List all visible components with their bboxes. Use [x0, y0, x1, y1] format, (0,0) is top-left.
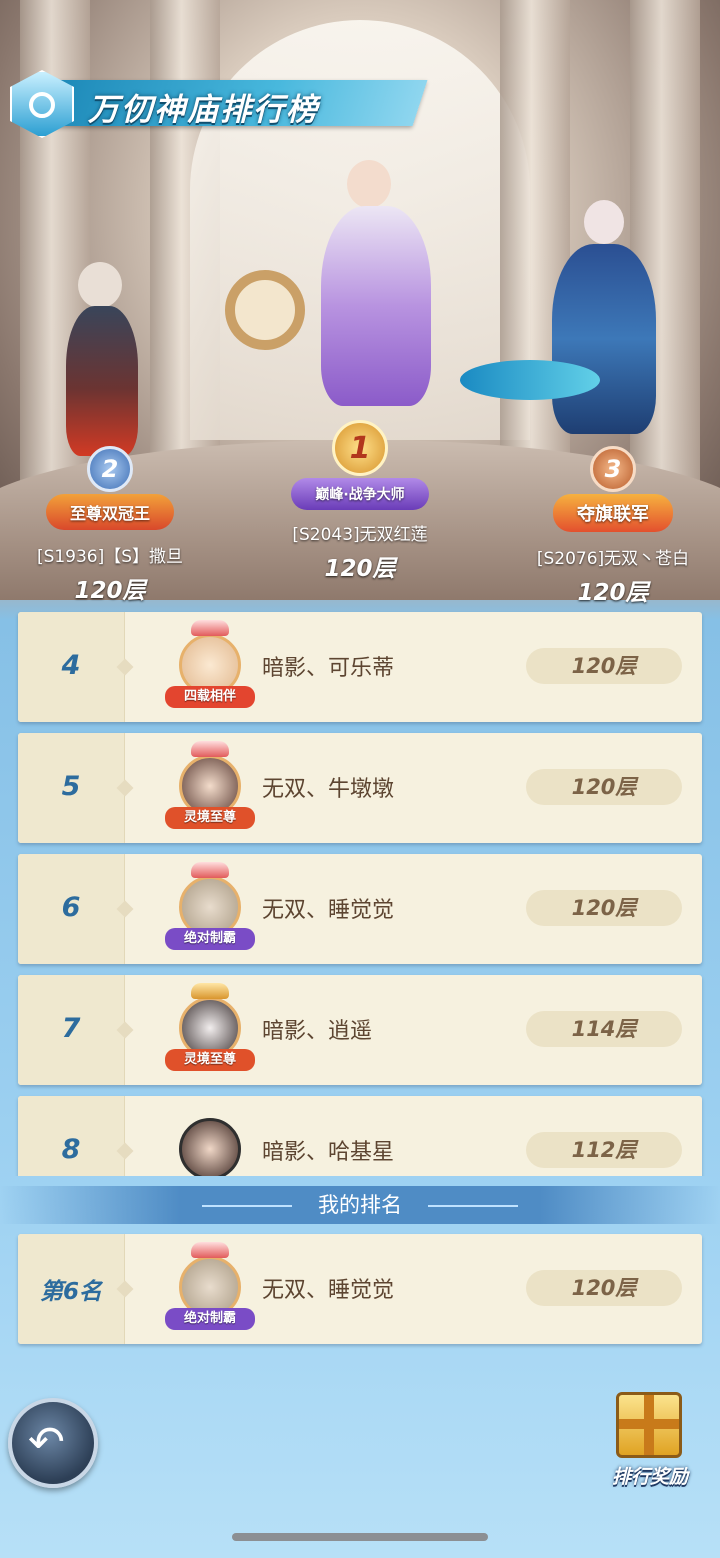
champion-figure-1[interactable] — [225, 150, 485, 450]
avatar-frame-tag: 灵境至尊 — [165, 1049, 255, 1071]
my-rank-position: 第6名 — [39, 1279, 102, 1305]
page-title: 万仞神庙排行榜 — [88, 92, 319, 128]
player-name: 无双、睡觉觉 — [262, 898, 395, 923]
player-name: 暗影、可乐蒂 — [262, 656, 395, 681]
player-name: 无双、牛墩墩 — [262, 777, 395, 802]
my-rank-row[interactable]: 第6名 绝对制霸 无双、睡觉觉 120层 — [18, 1234, 702, 1344]
rank-number: 5 — [61, 771, 81, 802]
gift-box-icon — [616, 1392, 682, 1458]
honor-title-badge: 巅峰·战争大师 — [291, 478, 429, 510]
ranking-row[interactable]: 8 暗影、哈基星 112层 — [18, 1096, 702, 1176]
podium-rank-2: 2 至尊双冠王 [S1936]【S】撒旦 120层 — [10, 446, 210, 605]
rank-medal-icon: 2 — [87, 446, 133, 492]
champion-figure-3[interactable] — [460, 190, 710, 470]
avatar-frame-tag: 四载相伴 — [165, 686, 255, 708]
player-avatar[interactable]: 四载相伴 — [161, 620, 257, 712]
ranking-row[interactable]: 5 灵境至尊 无双、牛墩墩 120层 — [18, 733, 702, 843]
player-name: 暗影、哈基星 — [262, 1140, 395, 1165]
avatar-frame-tag: 绝对制霸 — [165, 928, 255, 950]
rank-medal-icon: 1 — [332, 420, 388, 476]
rank-number: 4 — [61, 650, 81, 681]
my-avatar[interactable]: 绝对制霸 — [161, 1242, 257, 1334]
floor-value: 114层 — [526, 1011, 682, 1047]
my-rank-header-label: 我的排名 — [318, 1193, 402, 1217]
avatar-frame-tag: 灵境至尊 — [165, 807, 255, 829]
player-avatar[interactable]: 灵境至尊 — [161, 983, 257, 1075]
player-name: [S2076]无双丶苍白 — [536, 549, 690, 569]
honor-title-badge: 至尊双冠王 — [45, 494, 174, 530]
player-avatar[interactable]: 灵境至尊 — [161, 741, 257, 833]
floor-value: 120层 — [526, 890, 682, 926]
champion-figure-2[interactable] — [44, 262, 164, 472]
home-indicator[interactable] — [232, 1533, 488, 1541]
my-player-name: 无双、睡觉觉 — [262, 1278, 395, 1303]
ranking-row[interactable]: 6 绝对制霸 无双、睡觉觉 120层 — [18, 854, 702, 964]
floor-value: 120层 — [526, 769, 682, 805]
title-banner: 万仞神庙排行榜 — [10, 70, 430, 138]
ranking-list[interactable]: 4 四载相伴 暗影、可乐蒂 120层 5 灵境至尊 无双、牛墩墩 120层 6 … — [0, 600, 720, 1176]
rank-number: 7 — [61, 1013, 81, 1044]
player-name: [S1936]【S】撒旦 — [36, 547, 184, 567]
rank-number: 6 — [61, 892, 81, 923]
player-avatar[interactable] — [161, 1110, 257, 1176]
avatar-frame-tag: 绝对制霸 — [165, 1308, 255, 1330]
floor-value: 120层 — [526, 648, 682, 684]
my-rank-header: 我的排名 — [0, 1186, 720, 1224]
back-button[interactable]: ↶ — [8, 1398, 98, 1488]
podium-rank-1: 1 巅峰·战争大师 [S2043]无双红莲 120层 — [260, 420, 460, 583]
rank-number: 8 — [61, 1134, 81, 1165]
podium-rank-3: 3 夺旗联军 [S2076]无双丶苍白 120层 — [513, 446, 713, 607]
rank-medal-icon: 3 — [590, 446, 636, 492]
ranking-row[interactable]: 4 四载相伴 暗影、可乐蒂 120层 — [18, 612, 702, 722]
player-avatar[interactable]: 绝对制霸 — [161, 862, 257, 954]
ranking-reward-label: 排行奖励 — [611, 1466, 688, 1488]
honor-title-badge: 夺旗联军 — [553, 494, 673, 532]
player-name: 暗影、逍遥 — [262, 1019, 373, 1044]
ranking-reward-button[interactable]: 排行奖励 — [602, 1392, 698, 1492]
player-name: [S2043]无双红莲 — [292, 525, 428, 545]
floor-value: 112层 — [526, 1132, 682, 1168]
return-arrow-icon: ↶ — [28, 1417, 65, 1468]
my-floor-value: 120层 — [526, 1270, 682, 1306]
player-floor: 120层 — [324, 556, 396, 582]
ranking-row[interactable]: 7 灵境至尊 暗影、逍遥 114层 — [18, 975, 702, 1085]
